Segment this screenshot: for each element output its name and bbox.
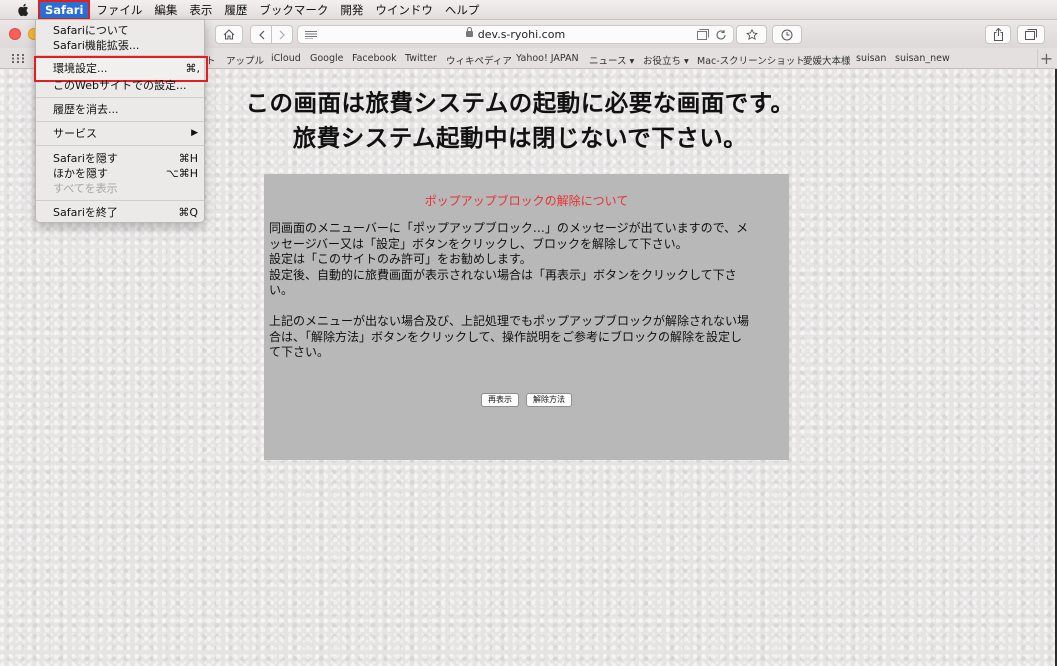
notice-line: い。 (269, 283, 294, 297)
bookmark-suisan-new[interactable]: suisan_new (895, 53, 950, 64)
bookmark-facebook[interactable]: Facebook (352, 53, 397, 64)
menu-item-site-settings[interactable]: このWebサイトでの設定... (36, 78, 204, 93)
menu-view[interactable]: 表示 (183, 0, 218, 20)
menu-develop[interactable]: 開発 (334, 0, 369, 20)
menu-item-about-safari[interactable]: Safariについて (36, 23, 204, 38)
notice-line: て下さい。 (269, 345, 330, 359)
menu-item-label: 環境設定... (53, 62, 108, 75)
new-tab-button[interactable]: + (1037, 49, 1055, 68)
notice-buttons: 再表示 解除方法 (264, 393, 789, 407)
menu-window[interactable]: ウインドウ (369, 0, 439, 20)
lock-icon (465, 27, 473, 37)
menu-bookmarks[interactable]: ブックマーク (253, 0, 334, 20)
notice-title: ポップアップブロックの解除について (424, 194, 629, 208)
menu-separator (36, 97, 204, 98)
menu-safari[interactable]: Safari (38, 0, 91, 20)
close-window-button[interactable] (9, 28, 21, 40)
menu-shortcut: ⌘, (185, 62, 201, 75)
tabs-overview-icon[interactable] (697, 29, 709, 40)
apple-icon[interactable] (14, 1, 32, 19)
menu-separator (36, 145, 204, 146)
menu-item-label: サービス (53, 127, 97, 140)
grid-icon[interactable] (12, 54, 24, 63)
menu-item-hide-others[interactable]: ほかを隠す ⌥⌘H (36, 166, 204, 181)
share-icon (993, 28, 1003, 41)
bookmark-useful[interactable]: お役立ち ▾ (643, 53, 689, 67)
menu-file[interactable]: ファイル (90, 0, 148, 20)
menu-item-quit-safari[interactable]: Safariを終了 ⌘Q (36, 205, 204, 220)
chevron-right-icon (279, 30, 285, 39)
bookmark-suisan[interactable]: suisan (856, 53, 886, 64)
bookmark-mac-screenshot[interactable]: Mac-スクリーンショット (697, 53, 805, 67)
bookmark-star-button[interactable] (736, 25, 767, 44)
menu-item-label: Safariを隠す (53, 152, 118, 165)
notice-paragraph-1: 同画面のメニューバーに「ポップアップブロック…」のメッセージが出ていますので、メ… (269, 221, 781, 299)
bookmark-yahoo[interactable]: Yahoo! JAPAN (516, 53, 579, 64)
safari-menu-dropdown: Safariについて Safari機能拡張... 環境設定... ⌘, このWe… (34, 19, 208, 223)
bookmark-twitter[interactable]: Twitter (405, 53, 437, 64)
share-button[interactable] (985, 25, 1011, 44)
bookmark-ehime[interactable]: 愛媛大本様 (803, 53, 851, 67)
menu-separator (36, 55, 204, 56)
menu-shortcut: ⌘H (178, 152, 198, 165)
bookmark-item[interactable]: ト (206, 53, 216, 67)
show-tabs-button[interactable] (1017, 25, 1045, 44)
notice-paragraph-2: 上記のメニューが出ない場合及び、上記処理でもポップアップブロックが解除されない場… (269, 314, 781, 361)
notice-line: 同画面のメニューバーに「ポップアップブロック…」のメッセージが出ていますので、メ (269, 221, 749, 235)
menu-separator (36, 121, 204, 122)
menu-item-show-all: すべてを表示 (53, 182, 118, 195)
notice-body: 同画面のメニューバーに「ポップアップブロック…」のメッセージが出ていますので、メ… (269, 221, 781, 376)
notice-line: 設定は「このサイトのみ許可」をお勧めします。 (269, 252, 532, 266)
reload-icon[interactable] (715, 29, 727, 41)
home-icon (223, 29, 235, 40)
notice-line: ッセージバー又は「設定」ボタンをクリックし、ブロックを解除して下さい。 (269, 236, 688, 251)
popup-notice-panel: ポップアップブロックの解除について 同画面のメニューバーに「ポップアップブロック… (264, 174, 789, 460)
address-text: dev.s-ryohi.com (477, 28, 566, 41)
back-button[interactable] (250, 25, 272, 44)
menu-item-services[interactable]: サービス ▶ (36, 126, 204, 141)
notice-line: 合は、「解除方法」ボタンをクリックして、操作説明をご参考にブロックの解除を設定し (269, 329, 743, 344)
unblock-howto-button[interactable]: 解除方法 (526, 393, 572, 407)
address-bar[interactable]: dev.s-ryohi.com (297, 25, 734, 44)
tabs-icon (1025, 29, 1037, 40)
notice-line: 上記のメニューが出ない場合及び、上記処理でもポップアップブロックが解除されない場 (269, 314, 750, 328)
history-button[interactable] (772, 25, 802, 44)
clock-icon (781, 29, 793, 40)
star-icon (745, 29, 758, 40)
menu-shortcut: ⌘Q (178, 206, 198, 219)
menu-edit[interactable]: 編集 (148, 0, 183, 20)
menu-item-safari-extensions[interactable]: Safari機能拡張... (36, 38, 204, 53)
bookmark-apple[interactable]: アップル (226, 53, 264, 67)
menu-item-label: ほかを隠す (53, 167, 108, 180)
redisplay-button[interactable]: 再表示 (481, 393, 519, 407)
menu-item-label: Safariを終了 (53, 206, 118, 219)
menu-item-preferences[interactable]: 環境設定... ⌘, (34, 56, 208, 82)
bookmark-news[interactable]: ニュース ▾ (589, 53, 634, 67)
home-button[interactable] (215, 25, 243, 44)
notice-line: 設定後、自動的に旅費画面が表示されない場合は「再表示」ボタンをクリックして下さ (269, 267, 737, 282)
menu-separator (36, 200, 204, 201)
chevron-left-icon (258, 30, 264, 39)
menu-history[interactable]: 履歴 (218, 0, 253, 20)
bookmark-wikipedia[interactable]: ウィキペディア (446, 53, 512, 67)
menu-shortcut: ⌥⌘H (166, 167, 198, 180)
menu-bar: Safari ファイル 編集 表示 履歴 ブックマーク 開発 ウインドウ ヘルプ (0, 0, 1057, 20)
submenu-arrow-icon: ▶ (191, 128, 198, 138)
forward-button[interactable] (271, 25, 293, 44)
bookmark-icloud[interactable]: iCloud (271, 53, 301, 64)
menu-item-clear-history[interactable]: 履歴を消去... (36, 102, 204, 117)
menu-help[interactable]: ヘルプ (439, 0, 486, 20)
menu-item-hide-safari[interactable]: Safariを隠す ⌘H (36, 151, 204, 166)
bookmark-google[interactable]: Google (310, 53, 344, 64)
